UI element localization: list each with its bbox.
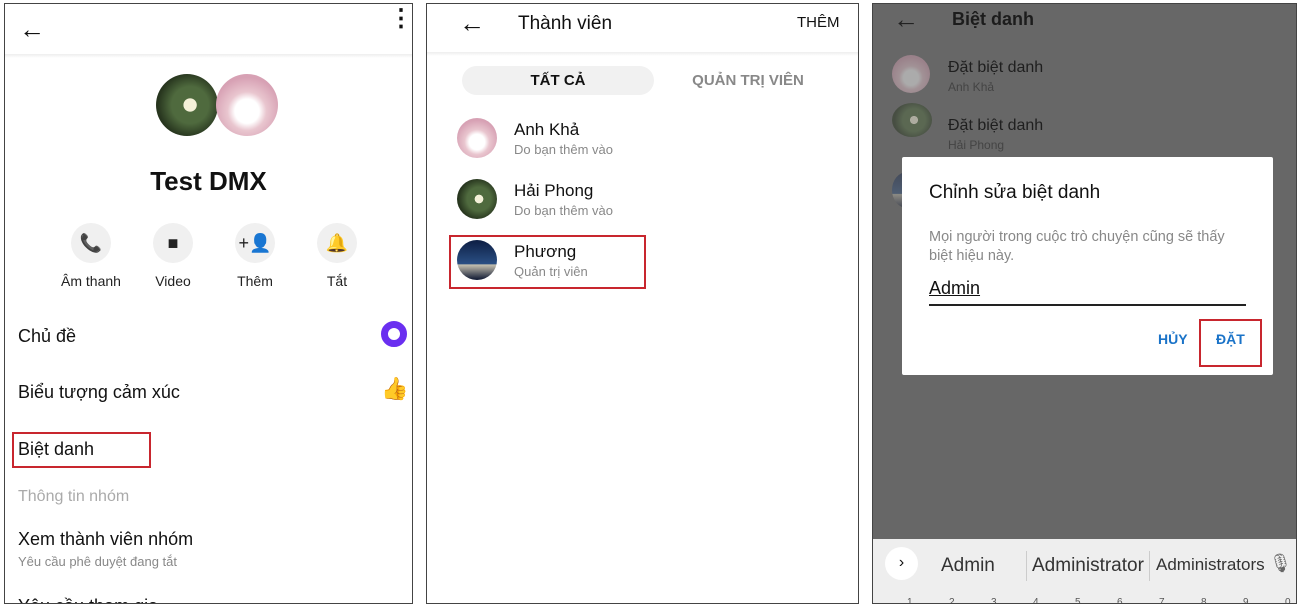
member-sub: Do bạn thêm vào bbox=[514, 203, 614, 218]
add-button[interactable]: THÊM bbox=[797, 14, 840, 31]
key-number[interactable]: 4 bbox=[1033, 597, 1039, 603]
bell-icon: 🔔 bbox=[317, 223, 357, 263]
key-number[interactable]: 7 bbox=[1159, 597, 1165, 603]
group-avatar-2 bbox=[216, 74, 278, 136]
nickname-screen: ← Biệt danh Đặt biệt danh Anh Khả Đặt bi… bbox=[872, 3, 1297, 604]
key-number[interactable]: 8 bbox=[1201, 597, 1207, 603]
highlight-box bbox=[12, 432, 151, 468]
set-nickname-label[interactable]: Đặt biệt danh bbox=[948, 59, 1043, 77]
menu-emoji[interactable]: Biểu tượng cảm xúc bbox=[18, 382, 180, 403]
thumbs-up-icon[interactable]: 👍 bbox=[381, 376, 408, 402]
action-label: Âm thanh bbox=[61, 273, 121, 289]
member-avatar bbox=[457, 118, 497, 158]
menu-view-members[interactable]: Xem thành viên nhóm bbox=[18, 529, 193, 550]
highlight-box bbox=[1199, 319, 1262, 367]
tab-all[interactable]: TẤT CẢ bbox=[462, 66, 654, 95]
key-number[interactable]: 1 bbox=[907, 597, 913, 603]
video-icon: ■ bbox=[153, 223, 193, 263]
suggestion[interactable]: Admin bbox=[941, 555, 995, 577]
key-number[interactable]: 3 bbox=[991, 597, 997, 603]
member-avatar bbox=[892, 55, 930, 93]
key-number[interactable]: 6 bbox=[1117, 597, 1123, 603]
back-arrow-icon[interactable]: ← bbox=[459, 10, 485, 36]
member-sub: Anh Khả bbox=[948, 80, 995, 94]
audio-call-button[interactable]: 📞 Âm thanh bbox=[51, 223, 131, 289]
page-title: Thành viên bbox=[518, 13, 613, 34]
divider bbox=[1026, 551, 1027, 581]
header-divider bbox=[5, 54, 412, 58]
add-person-icon: +👤 bbox=[235, 223, 275, 263]
theme-icon[interactable] bbox=[381, 321, 407, 347]
menu-view-members-sub: Yêu cầu phê duyệt đang tắt bbox=[18, 554, 178, 569]
divider bbox=[1149, 551, 1150, 581]
action-label: Tắt bbox=[326, 273, 348, 289]
keyboard-suggestion-bar: › Admin Administrator Administrators 🎙 1… bbox=[873, 539, 1296, 603]
dialog-title: Chỉnh sửa biệt danh bbox=[929, 182, 1101, 203]
section-header: Thông tin nhóm bbox=[18, 488, 130, 505]
key-number[interactable]: 2 bbox=[949, 597, 955, 603]
key-number[interactable]: 5 bbox=[1075, 597, 1081, 603]
page-title: Biệt danh bbox=[952, 9, 1035, 29]
members-screen: ← Thành viên THÊM TẤT CẢ QUẢN TRỊ VIÊN A… bbox=[426, 3, 859, 604]
menu-theme[interactable]: Chủ đề bbox=[18, 326, 76, 347]
member-avatar bbox=[457, 179, 497, 219]
member-sub: Hải Phong bbox=[948, 138, 1005, 152]
tab-admins[interactable]: QUẢN TRỊ VIÊN bbox=[667, 66, 829, 95]
member-name[interactable]: Anh Khả bbox=[514, 120, 579, 140]
header-divider bbox=[427, 52, 858, 56]
edit-nickname-dialog: Chỉnh sửa biệt danh Mọi người trong cuộc… bbox=[902, 157, 1273, 375]
more-options-icon[interactable]: ⋮ bbox=[389, 7, 412, 31]
expand-chevron-icon[interactable]: › bbox=[885, 547, 918, 580]
microphone-icon[interactable]: 🎙 bbox=[1269, 553, 1292, 574]
member-name[interactable]: Hải Phong bbox=[514, 181, 593, 201]
action-label: Video bbox=[155, 273, 191, 289]
action-label: Thêm bbox=[237, 273, 273, 289]
phone-icon: 📞 bbox=[71, 223, 111, 263]
add-member-button[interactable]: +👤 Thêm bbox=[215, 223, 295, 289]
nickname-input[interactable]: Admin bbox=[929, 278, 1246, 306]
key-number[interactable]: 0 bbox=[1285, 597, 1291, 603]
set-nickname-label[interactable]: Đặt biệt danh bbox=[948, 117, 1043, 135]
suggestion[interactable]: Administrator bbox=[1032, 555, 1144, 577]
dialog-description: Mọi người trong cuộc trò chuyện cũng sẽ … bbox=[929, 229, 1225, 264]
menu-join-requests[interactable]: Yêu cầu tham gia bbox=[18, 596, 158, 603]
key-number[interactable]: 9 bbox=[1243, 597, 1249, 603]
suggestion[interactable]: Administrators bbox=[1156, 555, 1265, 575]
back-arrow-icon[interactable]: ← bbox=[19, 16, 45, 42]
group-avatar-1 bbox=[156, 74, 218, 136]
member-sub: Do bạn thêm vào bbox=[514, 142, 614, 157]
cancel-button[interactable]: HỦY bbox=[1158, 331, 1188, 347]
member-avatar bbox=[892, 103, 932, 137]
back-arrow-icon[interactable]: ← bbox=[893, 6, 919, 32]
highlight-box bbox=[449, 235, 646, 289]
video-call-button[interactable]: ■ Video bbox=[133, 223, 213, 289]
group-title: Test DMX bbox=[150, 166, 267, 196]
group-settings-screen: ← ⋮ Test DMX 📞 Âm thanh ■ Video +👤 Thêm 🔔 Tắ… bbox=[4, 3, 413, 604]
mute-button[interactable]: 🔔 Tắt bbox=[297, 223, 377, 289]
